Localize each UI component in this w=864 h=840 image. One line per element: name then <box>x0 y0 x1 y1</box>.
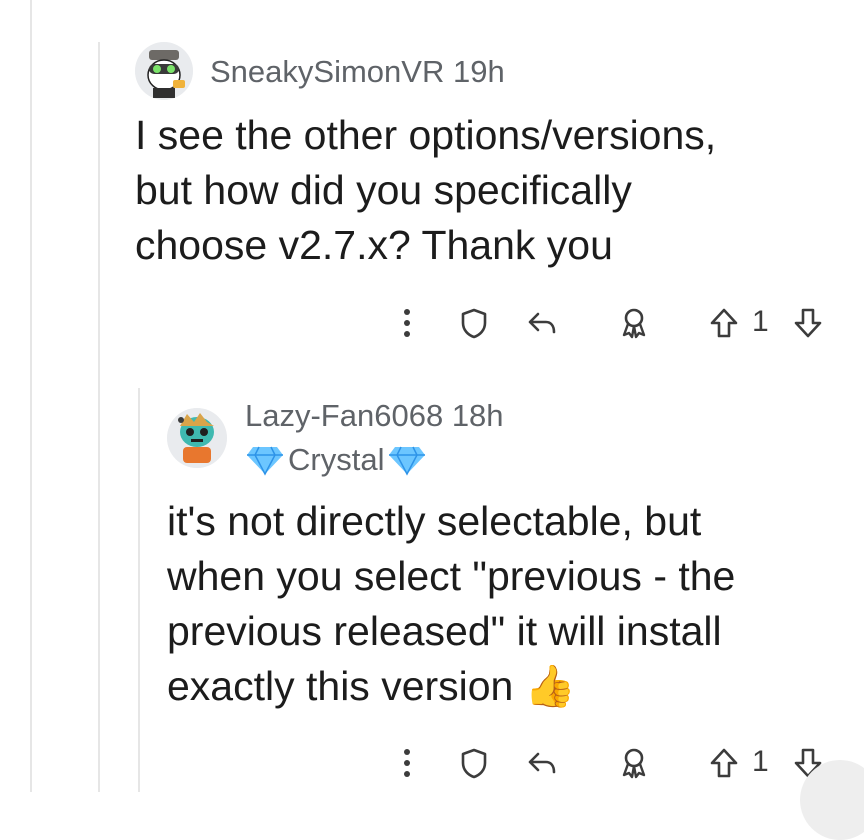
comment-line: previous released" it will install <box>167 608 722 654</box>
reply-icon[interactable] <box>524 301 560 345</box>
comment-line: but how did you specifically <box>135 167 632 213</box>
shield-icon[interactable] <box>456 741 492 785</box>
flair-text: Crystal <box>288 442 385 477</box>
downvote-icon[interactable] <box>790 301 826 345</box>
avatar[interactable] <box>167 408 227 468</box>
more-options-icon[interactable] <box>390 301 424 345</box>
thumbs-up-icon: 👍 <box>524 663 576 709</box>
thread-line-level2 <box>138 388 140 792</box>
timestamp: 19h <box>452 54 505 89</box>
thread-line-outer <box>30 0 32 792</box>
shield-icon[interactable] <box>456 301 492 345</box>
comment-line: I see the other options/versions, <box>135 112 717 158</box>
upvote-icon[interactable] <box>706 741 742 785</box>
diamond-icon <box>245 444 285 476</box>
comment-action-bar: 1 <box>390 741 840 785</box>
comment-meta: SneakySimonVR 19h <box>210 54 505 90</box>
comment-line: choose v2.7.x? Thank you <box>135 222 613 268</box>
award-icon[interactable] <box>616 741 652 785</box>
avatar[interactable] <box>135 42 193 100</box>
comment-line: exactly this version <box>167 663 514 709</box>
vote-count: 1 <box>752 305 769 338</box>
more-options-icon[interactable] <box>390 741 424 785</box>
avatar-image <box>167 408 227 468</box>
scroll-bubble[interactable] <box>800 760 864 840</box>
comment-meta: Lazy-Fan6068 18h <box>245 398 504 434</box>
timestamp: 18h <box>451 398 504 433</box>
vote-count: 1 <box>752 745 769 778</box>
comment-action-bar: 1 <box>390 301 840 345</box>
thread-line-level1 <box>98 42 100 792</box>
avatar-image <box>135 42 193 100</box>
comment-line: it's not directly selectable, but <box>167 498 702 544</box>
award-icon[interactable] <box>616 301 652 345</box>
user-flair: Crystal <box>245 442 427 478</box>
reply-icon[interactable] <box>524 741 560 785</box>
comment-line: when you select "previous - the <box>167 553 736 599</box>
upvote-icon[interactable] <box>706 301 742 345</box>
comment-body: it's not directly selectable, but when y… <box>167 494 735 714</box>
username-link[interactable]: Lazy-Fan6068 <box>245 398 443 433</box>
username-link[interactable]: SneakySimonVR <box>210 54 444 89</box>
comment-body: I see the other options/versions, but ho… <box>135 108 716 273</box>
diamond-icon <box>387 444 427 476</box>
